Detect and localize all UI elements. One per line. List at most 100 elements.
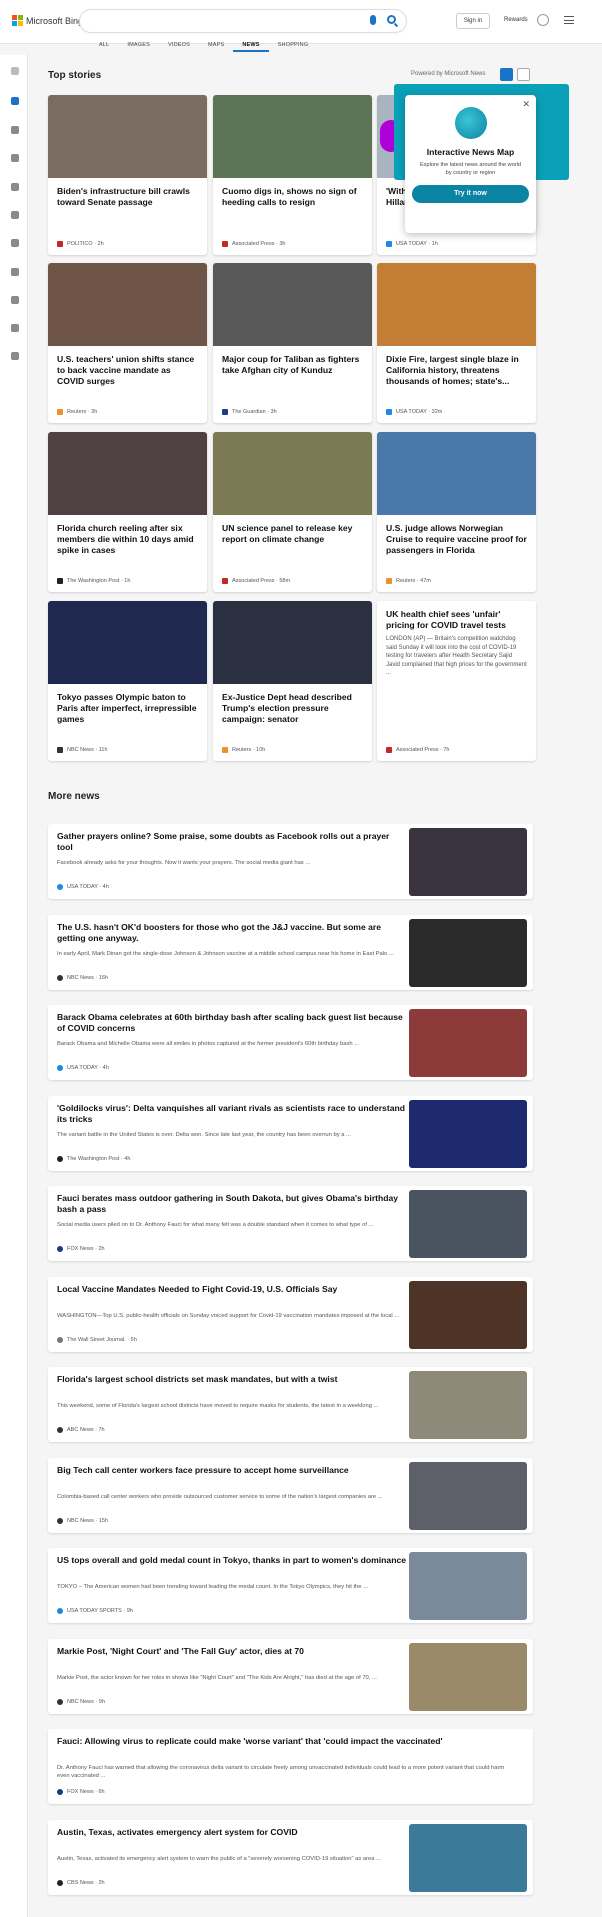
- news-title: Big Tech call center workers face pressu…: [57, 1464, 349, 1475]
- news-source: USA TODAY · 4h: [57, 1065, 109, 1071]
- search-input[interactable]: [80, 10, 406, 32]
- more-news-item[interactable]: Markie Post, 'Night Court' and 'The Fall…: [48, 1638, 533, 1714]
- story-card[interactable]: Biden's infrastructure bill crawls towar…: [48, 95, 207, 255]
- more-news-item[interactable]: Fauci berates mass outdoor gathering in …: [48, 1186, 533, 1261]
- source-logo-icon: [57, 1336, 63, 1343]
- search-icon[interactable]: [387, 15, 396, 24]
- more-news-item[interactable]: 'Goldilocks virus': Delta vanquishes all…: [48, 1095, 533, 1171]
- story-source: POLITICO · 2h: [57, 241, 104, 247]
- story-image: [48, 601, 207, 684]
- source-logo-icon: [386, 241, 392, 247]
- sports-icon[interactable]: [11, 126, 19, 134]
- news-body: Austin, Texas, activated its emergency a…: [57, 1855, 381, 1862]
- top-stories-title: Top stories: [48, 70, 102, 81]
- story-source: USA TODAY · 1h: [386, 241, 438, 247]
- expand-icon[interactable]: [11, 67, 19, 75]
- story-card[interactable]: U.S. teachers' union shifts stance to ba…: [48, 263, 207, 423]
- story-card[interactable]: Ex-Justice Dept head described Trump's e…: [213, 601, 372, 761]
- try-it-now-button[interactable]: Try it now: [412, 185, 529, 203]
- globe-icon[interactable]: [11, 211, 19, 219]
- story-card[interactable]: Cuomo digs in, shows no sign of heeding …: [213, 95, 372, 255]
- tab-videos[interactable]: VIDEOS: [159, 40, 199, 52]
- rewards-medal-icon[interactable]: [537, 14, 549, 26]
- news-source: FOX News · 6h: [57, 1789, 105, 1795]
- more-news-item[interactable]: Gather prayers online? Some praise, some…: [48, 824, 533, 899]
- news-source: The Wall Street Journal. · 5h: [57, 1336, 137, 1343]
- flag-icon[interactable]: [11, 154, 19, 162]
- bing-logo[interactable]: Microsoft Bing: [12, 15, 83, 26]
- story-source: Reuters · 3h: [57, 409, 97, 415]
- more-news-title: More news: [48, 791, 100, 802]
- grid-view-icon[interactable]: [500, 68, 513, 81]
- left-rail: [0, 55, 28, 1917]
- tab-images[interactable]: IMAGES: [118, 40, 159, 52]
- microphone-icon[interactable]: [370, 15, 376, 25]
- source-logo-icon: [57, 409, 63, 415]
- location-icon[interactable]: [11, 183, 19, 191]
- story-body: LONDON (AP) — Britain's competition watc…: [386, 636, 527, 676]
- story-title: U.S. teachers' union shifts stance to ba…: [57, 354, 195, 386]
- science-icon[interactable]: [11, 239, 19, 247]
- source-logo-icon: [57, 1155, 63, 1162]
- entertainment-icon[interactable]: [11, 296, 19, 304]
- story-card[interactable]: UN science panel to release key report o…: [213, 432, 372, 592]
- news-title: Florida's largest school districts set m…: [57, 1374, 338, 1384]
- top-bar: Microsoft Bing Sign in Rewards: [0, 0, 602, 44]
- source-logo-icon: [57, 1517, 63, 1524]
- story-card[interactable]: Dixie Fire, largest single blaze in Cali…: [377, 263, 536, 423]
- more-news-item[interactable]: Austin, Texas, activates emergency alert…: [48, 1819, 533, 1895]
- more-news-item[interactable]: Barack Obama celebrates at 60th birthday…: [48, 1005, 533, 1080]
- more-news-item[interactable]: The U.S. hasn't OK'd boosters for those …: [48, 914, 533, 990]
- news-title: Local Vaccine Mandates Needed to Fight C…: [57, 1283, 338, 1294]
- home-icon[interactable]: [11, 97, 19, 105]
- tab-all[interactable]: ALL: [90, 40, 118, 52]
- news-thumbnail: [409, 1823, 527, 1892]
- tab-maps[interactable]: MAPS: [199, 40, 233, 52]
- story-source: USA TODAY · 32m: [386, 409, 442, 415]
- hamburger-menu-icon[interactable]: [564, 16, 574, 24]
- more-news-item[interactable]: US tops overall and gold medal count in …: [48, 1548, 533, 1623]
- news-title: US tops overall and gold medal count in …: [57, 1555, 407, 1565]
- story-card[interactable]: Major coup for Taliban as fighters take …: [213, 263, 372, 423]
- news-source: The Washington Post · 4h: [57, 1155, 130, 1162]
- politics-icon[interactable]: [11, 324, 19, 332]
- rewards-link[interactable]: Rewards: [504, 17, 528, 23]
- news-thumbnail: [409, 1280, 527, 1349]
- more-news-item[interactable]: Fauci: Allowing virus to replicate could…: [48, 1729, 533, 1804]
- tab-news[interactable]: NEWS: [233, 40, 269, 52]
- more-news-item[interactable]: Big Tech call center workers face pressu…: [48, 1457, 533, 1533]
- news-body: Social media users piled on to Dr. Antho…: [57, 1222, 374, 1228]
- more-news-item[interactable]: Local Vaccine Mandates Needed to Fight C…: [48, 1276, 533, 1352]
- powered-by-text: Powered by Microsoft News: [411, 71, 486, 77]
- news-source: NBC News · 16h: [57, 974, 108, 981]
- story-image: [48, 263, 207, 346]
- business-icon[interactable]: [11, 352, 19, 360]
- source-logo-icon: [57, 1608, 63, 1614]
- news-body: Dr. Anthony Fauci has warned that allowi…: [57, 1765, 505, 1779]
- news-body: Markie Post, the actor known for her rol…: [57, 1674, 377, 1681]
- map-view-icon[interactable]: [517, 68, 530, 81]
- story-title: Cuomo digs in, shows no sign of heeding …: [222, 186, 357, 207]
- news-thumbnail: [409, 1190, 527, 1258]
- news-title: Barack Obama celebrates at 60th birthday…: [57, 1012, 403, 1033]
- tab-shopping[interactable]: SHOPPING: [269, 40, 318, 52]
- story-card[interactable]: Tokyo passes Olympic baton to Paris afte…: [48, 601, 207, 761]
- more-news-item[interactable]: Florida's largest school districts set m…: [48, 1367, 533, 1442]
- story-image: [48, 95, 207, 178]
- text-story-card[interactable]: UK health chief sees 'unfair' pricing fo…: [377, 601, 536, 761]
- popup-body: Explore the latest news around the world…: [419, 162, 522, 176]
- source-logo-icon: [222, 578, 228, 584]
- news-thumbnail: [409, 918, 527, 987]
- close-icon[interactable]: ✕: [522, 99, 530, 110]
- news-body: TOKYO – The American women had been tren…: [57, 1584, 368, 1590]
- news-title: Fauci: Allowing virus to replicate could…: [57, 1736, 443, 1746]
- source-logo-icon: [386, 409, 392, 415]
- news-thumbnail: [409, 1642, 527, 1711]
- news-map-popup: ✕ Interactive News Map Explore the lates…: [405, 95, 536, 233]
- sign-in-button[interactable]: Sign in: [456, 13, 490, 29]
- source-logo-icon: [57, 578, 63, 584]
- story-title: Biden's infrastructure bill crawls towar…: [57, 186, 190, 207]
- story-card[interactable]: Florida church reeling after six members…: [48, 432, 207, 592]
- story-card[interactable]: U.S. judge allows Norwegian Cruise to re…: [377, 432, 536, 592]
- rocket-icon[interactable]: [11, 268, 19, 276]
